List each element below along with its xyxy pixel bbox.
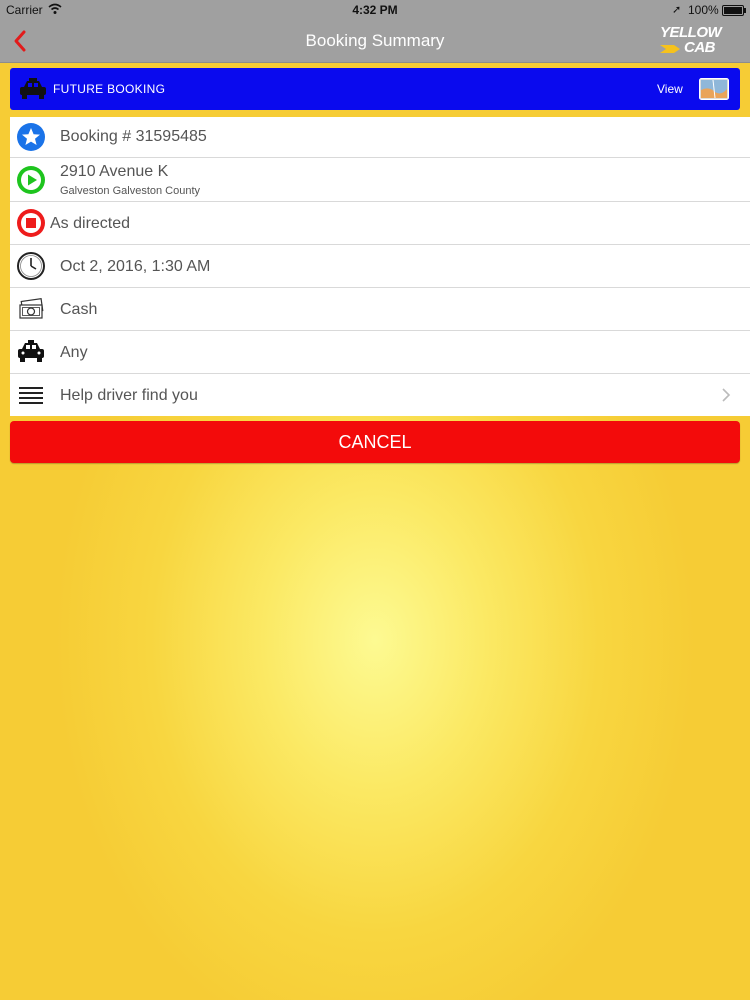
menu-lines-icon [19, 387, 43, 404]
car-icon [18, 340, 44, 362]
pickup-play-icon [17, 166, 45, 194]
navigation-bar: Booking Summary YELLOW CAB [0, 20, 750, 63]
status-bar: Carrier 4:32 PM ➚ 100% [0, 0, 750, 20]
cancel-button[interactable]: CANCEL [10, 421, 740, 463]
pickup-area: Galveston Galveston County [60, 185, 201, 197]
destination: As directed [50, 215, 131, 232]
pickup-address: 2910 Avenue K [60, 163, 169, 180]
logo-arrow-icon [660, 45, 680, 53]
vehicle-row: Any [10, 331, 750, 374]
cash-icon [19, 297, 44, 319]
stop-icon [17, 209, 45, 237]
future-booking-banner: FUTURE BOOKING View [10, 68, 740, 110]
battery-percent: 100% [688, 3, 719, 17]
booking-details-list: Booking # 31595485 2910 Avenue K Galvest… [10, 117, 750, 416]
chevron-right-icon [722, 388, 731, 402]
destination-row: As directed [10, 202, 750, 245]
star-icon [17, 123, 45, 151]
payment-row: Cash [10, 288, 750, 331]
clock: 4:32 PM [352, 3, 398, 17]
future-booking-label: FUTURE BOOKING [53, 82, 166, 96]
help-driver-label: Help driver find you [60, 387, 198, 404]
view-link[interactable]: View [657, 82, 683, 96]
pickup-datetime: Oct 2, 2016, 1:30 AM [60, 258, 211, 275]
taxi-icon [20, 78, 46, 99]
yellow-cab-logo: YELLOW CAB [660, 24, 722, 56]
pickup-row: 2910 Avenue K Galveston Galveston County [10, 158, 750, 202]
clock-icon [17, 252, 45, 280]
battery-icon [722, 5, 746, 16]
booking-number: Booking # 31595485 [60, 128, 207, 145]
map-icon[interactable] [699, 78, 729, 100]
page-title: Booking Summary [305, 31, 445, 50]
vehicle-type: Any [60, 344, 88, 361]
payment-method: Cash [60, 301, 98, 318]
datetime-row: Oct 2, 2016, 1:30 AM [10, 245, 750, 288]
booking-number-row: Booking # 31595485 [10, 117, 750, 158]
location-arrow-icon: ➚ [672, 4, 682, 16]
help-driver-row[interactable]: Help driver find you [10, 374, 750, 416]
